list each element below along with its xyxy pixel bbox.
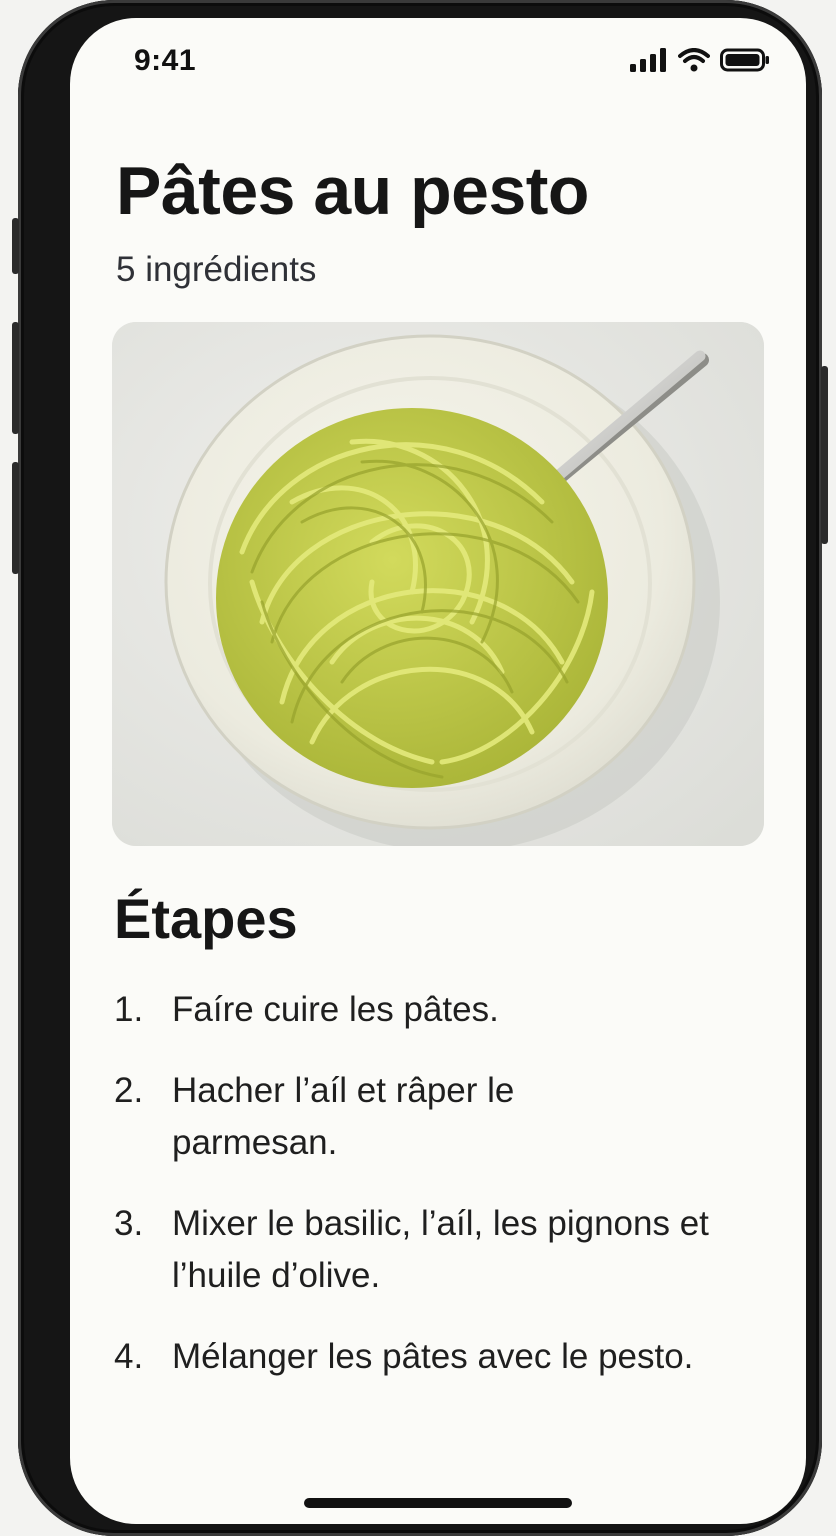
steps-heading: Étapes xyxy=(114,887,298,950)
pasta-bowl-illustration xyxy=(112,322,764,846)
home-indicator[interactable] xyxy=(304,1498,572,1508)
step-text: Hacher l’aíl et râper le parmesan. xyxy=(172,1071,515,1162)
screen: 9:41 Pâtes au pesto 5 ingrédients Étapes… xyxy=(70,18,806,1524)
volume-up-button xyxy=(12,322,19,434)
step-number: 2. xyxy=(114,1071,144,1110)
step-item: 1. Faíre cuire les pâtes. xyxy=(114,984,774,1036)
silent-switch xyxy=(12,218,19,274)
status-icons xyxy=(630,48,770,72)
recipe-photo xyxy=(112,322,764,846)
volume-down-button xyxy=(12,462,19,574)
cellular-signal-icon xyxy=(630,48,666,72)
step-text: Faíre cuire les pâtes. xyxy=(172,990,499,1029)
step-text: Mixer le basilic, l’aíl, les pignons et … xyxy=(172,1204,709,1295)
wifi-icon xyxy=(678,48,710,72)
phone-frame: 9:41 Pâtes au pesto 5 ingrédients Étapes… xyxy=(12,0,828,1536)
power-button xyxy=(821,366,828,544)
step-number: 3. xyxy=(114,1204,144,1243)
ingredient-count: 5 ingrédients xyxy=(116,250,317,289)
status-bar: 9:41 xyxy=(70,18,806,106)
battery-icon xyxy=(720,48,769,72)
step-item: 3. Mixer le basilic, l’aíl, les pignons … xyxy=(114,1198,774,1302)
recipe-title: Pâtes au pesto xyxy=(116,153,589,229)
step-item: 2. Hacher l’aíl et râper le parmesan. xyxy=(114,1065,774,1169)
steps-list: 1. Faíre cuire les pâtes. 2. Hacher l’aí… xyxy=(114,984,774,1412)
step-text: Mélanger les pâtes avec le pesto. xyxy=(172,1337,694,1376)
step-item: 4. Mélanger les pâtes avec le pesto. xyxy=(114,1331,774,1383)
step-number: 1. xyxy=(114,990,144,1029)
status-time: 9:41 xyxy=(134,44,197,77)
step-number: 4. xyxy=(114,1337,144,1376)
